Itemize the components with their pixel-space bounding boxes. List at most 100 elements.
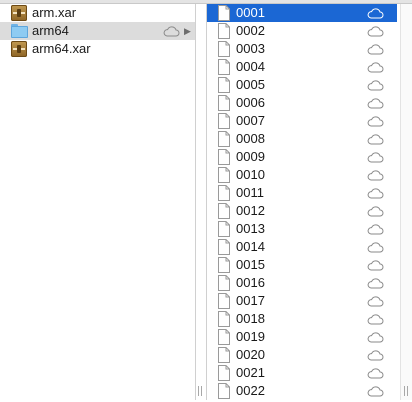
file-name: 0013 <box>236 221 265 236</box>
list-item[interactable]: 0020 <box>207 346 397 364</box>
document-icon <box>217 275 231 291</box>
list-item[interactable]: 0021 <box>207 364 397 382</box>
column-resize-handle[interactable] <box>197 386 203 396</box>
file-name: 0019 <box>236 329 265 344</box>
list-item-arm64[interactable]: arm64 ▶ <box>0 22 195 40</box>
cloud-icon[interactable] <box>367 133 384 148</box>
cloud-icon[interactable] <box>367 97 384 112</box>
xar-archive-icon <box>11 41 27 57</box>
document-icon <box>217 185 231 201</box>
list-item[interactable]: 0006 <box>207 94 397 112</box>
document-icon <box>217 113 231 129</box>
list-item[interactable]: 0009 <box>207 148 397 166</box>
cloud-icon[interactable] <box>367 313 384 328</box>
file-name: 0020 <box>236 347 265 362</box>
file-name: 0011 <box>236 185 264 200</box>
cloud-icon[interactable] <box>367 385 384 400</box>
file-name: 0008 <box>236 131 265 146</box>
file-name: 0014 <box>236 239 265 254</box>
cloud-icon[interactable] <box>367 277 384 292</box>
list-item[interactable]: 0019 <box>207 328 397 346</box>
file-name: arm64.xar <box>32 41 91 56</box>
document-icon <box>217 293 231 309</box>
list-item[interactable]: 0007 <box>207 112 397 130</box>
document-icon <box>217 257 231 273</box>
list-item[interactable]: 0002 <box>207 22 397 40</box>
file-name: 0009 <box>236 149 265 164</box>
cloud-icon[interactable] <box>367 43 384 58</box>
cloud-icon[interactable] <box>367 187 384 202</box>
list-item[interactable]: 0016 <box>207 274 397 292</box>
list-item[interactable]: 0010 <box>207 166 397 184</box>
cloud-icon[interactable] <box>367 205 384 220</box>
file-name: 0002 <box>236 23 265 38</box>
cloud-icon[interactable] <box>367 259 384 274</box>
list-item[interactable]: 0018 <box>207 310 397 328</box>
file-name: 0006 <box>236 95 265 110</box>
folder-name: arm64 <box>32 23 69 38</box>
file-name: 0015 <box>236 257 265 272</box>
file-name: 0004 <box>236 59 265 74</box>
document-icon <box>217 149 231 165</box>
document-icon <box>217 5 231 21</box>
document-icon <box>217 203 231 219</box>
cloud-icon[interactable] <box>367 331 384 346</box>
list-item[interactable]: 0011 <box>207 184 397 202</box>
cloud-icon[interactable] <box>367 295 384 310</box>
document-icon <box>217 347 231 363</box>
document-icon <box>217 23 231 39</box>
parent-column[interactable]: arm.xar arm64 ▶ arm64.xar <box>0 4 195 400</box>
list-item[interactable]: 0012 <box>207 202 397 220</box>
list-item[interactable]: 0022 <box>207 382 397 400</box>
file-name: 0021 <box>236 365 265 380</box>
cloud-icon[interactable] <box>367 7 384 22</box>
column-resize-handle[interactable] <box>403 386 409 396</box>
files-column[interactable]: 0001 0002 0003 0004 0005 0006 0007 0008 0009 0010… <box>207 4 397 400</box>
file-name: 0022 <box>236 383 265 398</box>
cloud-icon[interactable] <box>367 115 384 130</box>
list-item[interactable]: 0001 <box>207 4 397 22</box>
document-icon <box>217 329 231 345</box>
file-name: 0003 <box>236 41 265 56</box>
list-item[interactable]: 0005 <box>207 76 397 94</box>
column-scrollbar[interactable] <box>400 4 412 400</box>
document-icon <box>217 77 231 93</box>
list-item-arm-xar[interactable]: arm.xar <box>0 4 195 22</box>
list-item-arm64-xar[interactable]: arm64.xar <box>0 40 195 58</box>
document-icon <box>217 59 231 75</box>
cloud-icon[interactable] <box>367 61 384 76</box>
document-icon <box>217 383 231 399</box>
cloud-icon[interactable] <box>367 223 384 238</box>
folder-icon <box>11 23 28 39</box>
file-name: 0007 <box>236 113 265 128</box>
cloud-icon[interactable] <box>367 151 384 166</box>
list-item[interactable]: 0013 <box>207 220 397 238</box>
document-icon <box>217 365 231 381</box>
document-icon <box>217 167 231 183</box>
list-item[interactable]: 0008 <box>207 130 397 148</box>
cloud-icon[interactable] <box>163 25 180 40</box>
xar-archive-icon <box>11 5 27 21</box>
file-name: 0005 <box>236 77 265 92</box>
cloud-icon[interactable] <box>367 25 384 40</box>
file-name: 0016 <box>236 275 265 290</box>
list-item[interactable]: 0003 <box>207 40 397 58</box>
file-name: arm.xar <box>32 5 77 20</box>
document-icon <box>217 311 231 327</box>
cloud-icon[interactable] <box>367 241 384 256</box>
document-icon <box>217 41 231 57</box>
cloud-icon[interactable] <box>367 169 384 184</box>
list-item[interactable]: 0014 <box>207 238 397 256</box>
disclosure-arrow-icon: ▶ <box>184 26 191 36</box>
file-name: 0018 <box>236 311 265 326</box>
column-divider[interactable] <box>195 4 196 400</box>
list-item[interactable]: 0004 <box>207 58 397 76</box>
cloud-icon[interactable] <box>367 349 384 364</box>
file-name: 0012 <box>236 203 265 218</box>
cloud-icon[interactable] <box>367 367 384 382</box>
cloud-icon[interactable] <box>367 79 384 94</box>
list-item[interactable]: 0017 <box>207 292 397 310</box>
list-item[interactable]: 0015 <box>207 256 397 274</box>
document-icon <box>217 131 231 147</box>
document-icon <box>217 95 231 111</box>
